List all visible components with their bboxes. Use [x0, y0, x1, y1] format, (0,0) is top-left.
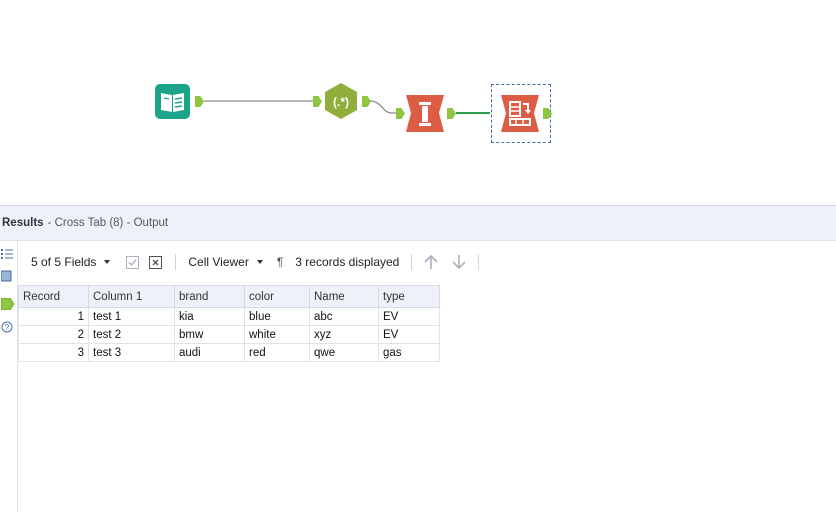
arrow-down-icon: [452, 255, 466, 270]
toolbar-divider: [175, 254, 177, 270]
cell-brand[interactable]: audi: [174, 343, 245, 362]
checkbox-check-icon: [126, 255, 140, 269]
table-header-row: Record Column 1 brand color Name type: [18, 285, 440, 308]
cell-color[interactable]: red: [244, 343, 310, 362]
regex-tool[interactable]: (.*): [322, 82, 360, 120]
checkbox-x-icon: [149, 255, 163, 269]
cell-viewer-label: Cell Viewer: [188, 255, 249, 269]
arrow-up-icon: [424, 254, 438, 269]
cell-record[interactable]: 3: [18, 343, 89, 362]
column-header-brand[interactable]: brand: [174, 285, 245, 308]
column-header-color[interactable]: color: [244, 285, 310, 308]
toolbar-divider: [411, 254, 413, 270]
fields-dropdown[interactable]: 5 of 5 Fields: [31, 241, 111, 283]
records-count: 3 records displayed: [295, 241, 399, 283]
results-side-rail: ?: [0, 241, 18, 512]
cell-color[interactable]: blue: [244, 307, 310, 326]
book-icon: [155, 84, 190, 119]
transpose-icon: [406, 95, 444, 132]
cell-record[interactable]: 1: [18, 307, 89, 326]
records-label: 3 records displayed: [295, 255, 400, 269]
cell-name[interactable]: qwe: [309, 343, 379, 362]
deselect-all-button[interactable]: [149, 241, 163, 283]
cell-column1[interactable]: test 1: [88, 307, 175, 326]
cross-tab-icon: [501, 95, 539, 132]
list-view-icon[interactable]: [1, 248, 13, 260]
input-anchor-icon[interactable]: [1, 270, 13, 282]
scroll-up-button[interactable]: [422, 241, 440, 283]
cell-type[interactable]: gas: [378, 343, 440, 362]
pilcrow-icon: ¶: [276, 255, 284, 269]
results-header: Results - Cross Tab (8) - Output: [0, 205, 836, 241]
transpose-tool[interactable]: [406, 95, 444, 132]
cell-column1[interactable]: test 3: [88, 343, 175, 362]
results-grid-area: Record Column 1 brand color Name type 1 …: [18, 283, 836, 512]
cell-viewer-dropdown[interactable]: Cell Viewer: [188, 241, 263, 283]
regex-label: (.*): [333, 95, 349, 109]
column-header-type[interactable]: type: [378, 285, 440, 308]
toolbar-divider: [478, 254, 480, 270]
output-anchor-icon[interactable]: [1, 298, 15, 310]
chevron-down-icon: [256, 260, 263, 264]
table-row[interactable]: 3 test 3 audi red qwe gas: [18, 343, 440, 362]
input-data-tool[interactable]: [155, 84, 190, 119]
table-row[interactable]: 1 test 1 kia blue abc EV: [18, 307, 440, 326]
fields-label: 5 of 5 Fields: [31, 255, 97, 269]
pilcrow-button[interactable]: ¶: [277, 241, 283, 283]
chevron-down-icon: [104, 260, 111, 264]
column-header-record[interactable]: Record: [18, 285, 89, 308]
regex-icon: (.*): [325, 83, 357, 119]
results-title: Results: [2, 217, 44, 229]
select-all-button[interactable]: [126, 241, 140, 283]
cell-record[interactable]: 2: [18, 325, 89, 344]
column-header-column1[interactable]: Column 1: [88, 285, 175, 308]
cell-brand[interactable]: bmw: [174, 325, 245, 344]
cell-name[interactable]: xyz: [309, 325, 379, 344]
scroll-down-button[interactable]: [450, 241, 468, 283]
results-table: Record Column 1 brand color Name type 1 …: [18, 285, 440, 362]
results-subtitle: - Cross Tab (8) - Output: [47, 217, 169, 229]
cell-brand[interactable]: kia: [174, 307, 245, 326]
column-header-name[interactable]: Name: [309, 285, 379, 308]
help-icon[interactable]: ?: [1, 321, 13, 333]
cross-tab-tool[interactable]: [501, 95, 539, 132]
table-row[interactable]: 2 test 2 bmw white xyz EV: [18, 325, 440, 344]
cell-type[interactable]: EV: [378, 325, 440, 344]
results-toolbar: 5 of 5 Fields Cell Viewer ¶ 3 records di…: [18, 241, 836, 283]
cell-type[interactable]: EV: [378, 307, 440, 326]
svg-text:?: ?: [5, 323, 10, 332]
cell-color[interactable]: white: [244, 325, 310, 344]
cell-name[interactable]: abc: [309, 307, 379, 326]
workflow-canvas[interactable]: (.*): [0, 0, 836, 205]
cell-column1[interactable]: test 2: [88, 325, 175, 344]
